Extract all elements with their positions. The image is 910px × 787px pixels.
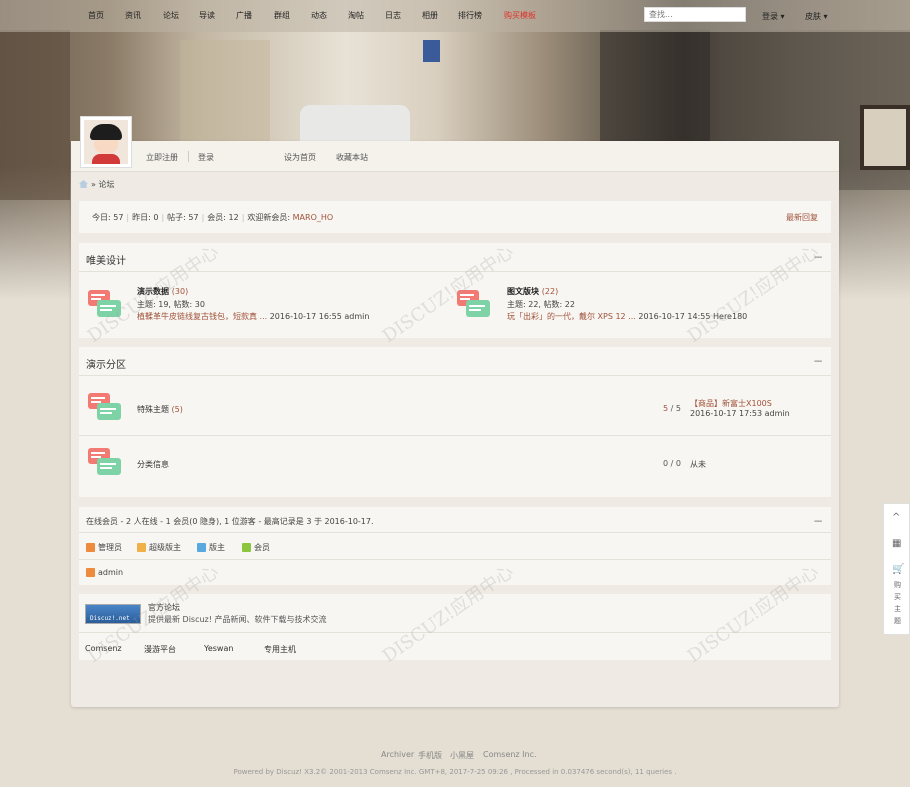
friend-link[interactable]: 专用主机 bbox=[264, 644, 296, 655]
footer-link-mobile[interactable]: 手机版 bbox=[418, 750, 442, 761]
friend-link[interactable]: 漫游平台 bbox=[144, 644, 176, 655]
forum-last-post: 植鞣革牛皮链线复古钱包，短款真 ... 2016-10-17 16:55 adm… bbox=[137, 312, 370, 321]
parking-sign bbox=[423, 40, 440, 62]
back-to-top-icon[interactable]: ^ bbox=[892, 512, 900, 523]
set-home-link[interactable]: 设为首页 bbox=[284, 152, 316, 163]
latest-reply-link[interactable]: 最新回复 bbox=[786, 212, 818, 223]
legend-member: 会员 bbox=[242, 542, 270, 553]
building-shape bbox=[180, 40, 270, 150]
collapse-icon[interactable]: − bbox=[813, 354, 823, 368]
separator bbox=[188, 151, 189, 162]
avatar[interactable] bbox=[80, 116, 132, 168]
caret-down-icon: ▾ bbox=[823, 12, 828, 21]
new-member-link[interactable]: MARO_HO bbox=[293, 213, 334, 222]
nav-broadcast[interactable]: 广播 bbox=[236, 10, 252, 21]
nav-blog[interactable]: 日志 bbox=[385, 10, 401, 21]
building-shape bbox=[0, 30, 70, 200]
powered-by: Powered by Discuz! X3.2© 2001-2013 Comse… bbox=[233, 768, 677, 776]
forum-stat: 5 / 5 bbox=[663, 404, 681, 413]
category-ysfq: 演示分区 − 特殊主题 (5) 5 / 5 【商品】新富士X100S 2016-… bbox=[79, 347, 831, 497]
last-post-info: 2016-10-17 17:53 admin bbox=[690, 409, 790, 418]
nav-ranking[interactable]: 排行榜 bbox=[458, 10, 482, 21]
bookmark-link[interactable]: 收藏本站 bbox=[336, 152, 368, 163]
online-summary[interactable]: 在线会员 - 2 人在线 - 1 会员(0 隐身), 1 位游客 - 最高记录是… bbox=[86, 516, 374, 527]
nav-album[interactable]: 相册 bbox=[422, 10, 438, 21]
user-icon bbox=[242, 543, 251, 552]
nav-news[interactable]: 资讯 bbox=[125, 10, 141, 21]
cart-icon[interactable]: 🛒 bbox=[892, 564, 904, 575]
category-title[interactable]: 演示分区 bbox=[86, 356, 126, 371]
nav-home[interactable]: 首页 bbox=[88, 10, 104, 21]
user-icon bbox=[86, 543, 95, 552]
friend-link[interactable]: Yeswan bbox=[204, 644, 233, 653]
user-icon bbox=[137, 543, 146, 552]
side-toolbar: ^ ▦ 🛒 购买主题 bbox=[883, 503, 910, 635]
forum-stat: 0 / 0 bbox=[663, 459, 681, 468]
breadcrumb-current[interactable]: 论坛 bbox=[98, 180, 114, 189]
legend-admin: 管理员 bbox=[86, 542, 122, 553]
top-navigation: 首页 资讯 论坛 导读 广播 群组 动态 淘帖 日志 相册 排行榜 购买模板 登… bbox=[0, 0, 910, 32]
login-dropdown[interactable]: 登录 ▾ bbox=[762, 11, 785, 22]
user-icon bbox=[197, 543, 206, 552]
shop-sign bbox=[860, 105, 910, 170]
divider bbox=[79, 559, 831, 560]
car-shape bbox=[300, 105, 410, 145]
nav-forum[interactable]: 论坛 bbox=[163, 10, 179, 21]
last-post-info: 从未 bbox=[690, 460, 706, 469]
home-icon[interactable] bbox=[79, 180, 88, 188]
forum-name-link[interactable]: 分类信息 bbox=[137, 459, 169, 470]
footer-link-blackroom[interactable]: 小黑屋 bbox=[450, 750, 474, 761]
last-post-link[interactable]: 【商品】新富士X100S bbox=[690, 398, 772, 409]
category-title[interactable]: 唯美设计 bbox=[86, 252, 126, 267]
divider bbox=[79, 532, 831, 533]
skin-dropdown[interactable]: 皮肤 ▾ bbox=[805, 11, 828, 22]
nav-activity[interactable]: 动态 bbox=[311, 10, 327, 21]
qrcode-icon[interactable]: ▦ bbox=[892, 538, 901, 549]
user-icon bbox=[86, 568, 95, 577]
nav-guide[interactable]: 导读 bbox=[199, 10, 215, 21]
buy-theme-link[interactable]: 购买主题 bbox=[894, 579, 902, 627]
forum-stats: 今日: 57 | 昨日: 0 | 帖子: 57 | 会员: 12 | 欢迎新会员: MARO_H… bbox=[79, 201, 831, 233]
official-forum-desc: 提供最新 Discuz! 产品新闻、软件下载与技术交流 bbox=[148, 615, 327, 624]
user-bar bbox=[71, 141, 839, 172]
breadcrumb: » 论坛 bbox=[79, 179, 114, 190]
online-user-link[interactable]: admin bbox=[86, 568, 123, 577]
forum-icon[interactable] bbox=[88, 393, 122, 423]
forum-icon[interactable] bbox=[88, 448, 122, 478]
nav-groups[interactable]: 群组 bbox=[274, 10, 290, 21]
nav-buy-template[interactable]: 购买模板 bbox=[504, 10, 536, 21]
forum-name-link[interactable]: 特殊主题 (5) bbox=[137, 404, 183, 415]
legend-moderator: 版主 bbox=[197, 542, 225, 553]
forum-name-link[interactable]: 图文版块 (22) bbox=[507, 286, 558, 297]
collapse-icon[interactable]: − bbox=[813, 514, 823, 528]
divider bbox=[79, 435, 831, 436]
nav-collections[interactable]: 淘帖 bbox=[348, 10, 364, 21]
footer-link-comsenz[interactable]: Comsenz Inc. bbox=[483, 750, 537, 759]
caret-down-icon: ▾ bbox=[780, 12, 785, 21]
legend-super-moderator: 超级版主 bbox=[137, 542, 181, 553]
footer-link-archiver[interactable]: Archiver bbox=[381, 750, 414, 759]
last-post-link[interactable]: 玩「出彩」的一代，戴尔 XPS 12 ... bbox=[507, 312, 636, 321]
last-post-link[interactable]: 植鞣革牛皮链线复古钱包，短款真 ... bbox=[137, 312, 267, 321]
register-link[interactable]: 立即注册 bbox=[146, 152, 178, 163]
forum-meta: 主题: 22, 帖数: 22 bbox=[507, 300, 575, 309]
search-input[interactable] bbox=[644, 7, 746, 22]
login-link[interactable]: 登录 bbox=[198, 152, 214, 163]
